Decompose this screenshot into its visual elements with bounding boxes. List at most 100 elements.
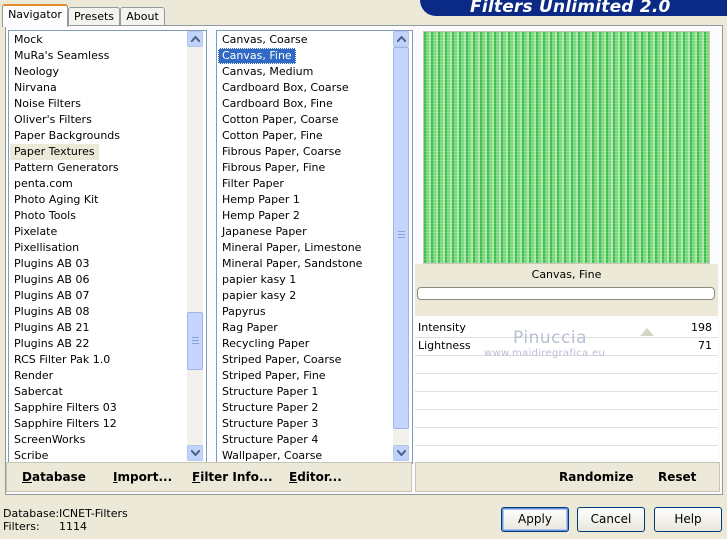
list-item-label: Mineral Paper, Sandstone: [222, 257, 363, 270]
list-item[interactable]: Canvas, Coarse: [218, 32, 412, 48]
list-item[interactable]: Striped Paper, Coarse: [218, 352, 412, 368]
list-item-label: Paper Textures: [10, 144, 99, 160]
scroll-thumb[interactable]: [393, 47, 409, 429]
list-item[interactable]: Plugins AB 06: [10, 272, 206, 288]
list-item[interactable]: Recycling Paper: [218, 336, 412, 352]
list-item[interactable]: Rag Paper: [218, 320, 412, 336]
list-item[interactable]: Japanese Paper: [218, 224, 412, 240]
scroll-up-button[interactable]: [187, 31, 203, 47]
list-item[interactable]: Paper Textures: [10, 144, 206, 160]
list-item-label: Sapphire Filters 03: [14, 401, 117, 414]
slider-label: Intensity: [418, 321, 466, 334]
database-button[interactable]: Database: [22, 470, 86, 484]
list-item[interactable]: Papyrus: [218, 304, 412, 320]
filter-info-button[interactable]: Filter Info...: [192, 470, 273, 484]
list-item[interactable]: papier kasy 2: [218, 288, 412, 304]
list-item[interactable]: Pattern Generators: [10, 160, 206, 176]
list-item[interactable]: Mineral Paper, Limestone: [218, 240, 412, 256]
list-item[interactable]: Canvas, Medium: [218, 64, 412, 80]
list-item[interactable]: Filter Paper: [218, 176, 412, 192]
filter-scrollbar[interactable]: [393, 31, 409, 461]
scroll-up-button[interactable]: [393, 31, 409, 47]
list-item[interactable]: Cotton Paper, Fine: [218, 128, 412, 144]
list-item[interactable]: Mineral Paper, Sandstone: [218, 256, 412, 272]
list-item[interactable]: Fibrous Paper, Coarse: [218, 144, 412, 160]
list-item[interactable]: Nirvana: [10, 80, 206, 96]
list-item[interactable]: Structure Paper 2: [218, 400, 412, 416]
list-item[interactable]: Plugins AB 08: [10, 304, 206, 320]
list-item[interactable]: Paper Backgrounds: [10, 128, 206, 144]
randomize-button[interactable]: Randomize: [559, 470, 633, 484]
category-scrollbar[interactable]: [187, 31, 203, 461]
watermark-site: www.maidiregrafica.eu: [484, 348, 606, 359]
list-item[interactable]: Oliver's Filters: [10, 112, 206, 128]
list-item-label: Nirvana: [14, 81, 57, 94]
list-item[interactable]: Plugins AB 07: [10, 288, 206, 304]
list-item-label: penta.com: [14, 177, 73, 190]
import-button[interactable]: Import...: [113, 470, 172, 484]
slider-empty: [415, 374, 718, 392]
list-item[interactable]: Structure Paper 4: [218, 432, 412, 448]
slider-value: 198: [691, 321, 712, 334]
list-item[interactable]: Render: [10, 368, 206, 384]
list-item[interactable]: Plugins AB 03: [10, 256, 206, 272]
list-item[interactable]: Noise Filters: [10, 96, 206, 112]
list-item[interactable]: Sapphire Filters 12: [10, 416, 206, 432]
editor-button[interactable]: Editor...: [289, 470, 342, 484]
list-item[interactable]: Pixellisation: [10, 240, 206, 256]
list-item[interactable]: Fibrous Paper, Fine: [218, 160, 412, 176]
list-item[interactable]: Cotton Paper, Coarse: [218, 112, 412, 128]
list-item[interactable]: MuRa's Seamless: [10, 48, 206, 64]
tab-navigator[interactable]: Navigator: [2, 4, 68, 27]
list-item[interactable]: ScreenWorks: [10, 432, 206, 448]
tab-about[interactable]: About: [120, 7, 165, 25]
category-list[interactable]: Mock MuRa's Seamless Neology Nirvana Noise F…: [8, 30, 207, 464]
list-item[interactable]: Plugins AB 22: [10, 336, 206, 352]
list-item-label: Paper Backgrounds: [14, 129, 121, 142]
list-item-label: Recycling Paper: [222, 337, 310, 350]
list-item-label: Structure Paper 4: [222, 433, 319, 446]
list-item[interactable]: Canvas, Fine: [218, 48, 412, 64]
filter-list[interactable]: Canvas, Coarse Canvas, Fine Canvas, Medium…: [216, 30, 413, 464]
slider-empty: [415, 410, 718, 428]
scroll-down-button[interactable]: [393, 445, 409, 461]
list-item[interactable]: penta.com: [10, 176, 206, 192]
list-item[interactable]: Plugins AB 21: [10, 320, 206, 336]
list-item[interactable]: Photo Tools: [10, 208, 206, 224]
list-item-label: RCS Filter Pak 1.0: [14, 353, 111, 366]
list-item[interactable]: Hemp Paper 1: [218, 192, 412, 208]
list-item-label: Fibrous Paper, Coarse: [222, 145, 342, 158]
list-item[interactable]: Sabercat: [10, 384, 206, 400]
tab-presets[interactable]: Presets: [68, 7, 120, 25]
list-item[interactable]: Sapphire Filters 03: [10, 400, 206, 416]
scroll-thumb[interactable]: [187, 312, 203, 370]
help-button[interactable]: Help: [654, 507, 722, 532]
list-item[interactable]: Cardboard Box, Fine: [218, 96, 412, 112]
list-item[interactable]: Striped Paper, Fine: [218, 368, 412, 384]
list-item[interactable]: Mock: [10, 32, 206, 48]
list-item[interactable]: Photo Aging Kit: [10, 192, 206, 208]
list-item[interactable]: Hemp Paper 2: [218, 208, 412, 224]
right-toolbar: Randomize Reset: [415, 462, 720, 492]
list-item-label: Structure Paper 2: [222, 401, 319, 414]
list-item[interactable]: Neology: [10, 64, 206, 80]
list-item[interactable]: papier kasy 1: [218, 272, 412, 288]
left-toolbar: Database Import... Filter Info... Editor…: [6, 462, 412, 492]
list-item[interactable]: Pixelate: [10, 224, 206, 240]
scroll-down-button[interactable]: [187, 445, 203, 461]
slider-empty: [415, 428, 718, 446]
list-item[interactable]: Structure Paper 3: [218, 416, 412, 432]
apply-button[interactable]: Apply: [501, 507, 569, 532]
list-item[interactable]: Cardboard Box, Coarse: [218, 80, 412, 96]
list-item[interactable]: Structure Paper 1: [218, 384, 412, 400]
list-item-label: Sapphire Filters 12: [14, 417, 117, 430]
list-item-label: Noise Filters: [14, 97, 81, 110]
list-item-label: Filter Paper: [222, 177, 284, 190]
cancel-button[interactable]: Cancel: [577, 507, 645, 532]
list-item[interactable]: RCS Filter Pak 1.0: [10, 352, 206, 368]
slider-label: Lightness: [418, 339, 471, 352]
list-item-label: Canvas, Fine: [218, 48, 296, 64]
reset-button[interactable]: Reset: [658, 470, 696, 484]
slider-marker-icon: [640, 328, 654, 336]
slider-empty: [415, 392, 718, 410]
